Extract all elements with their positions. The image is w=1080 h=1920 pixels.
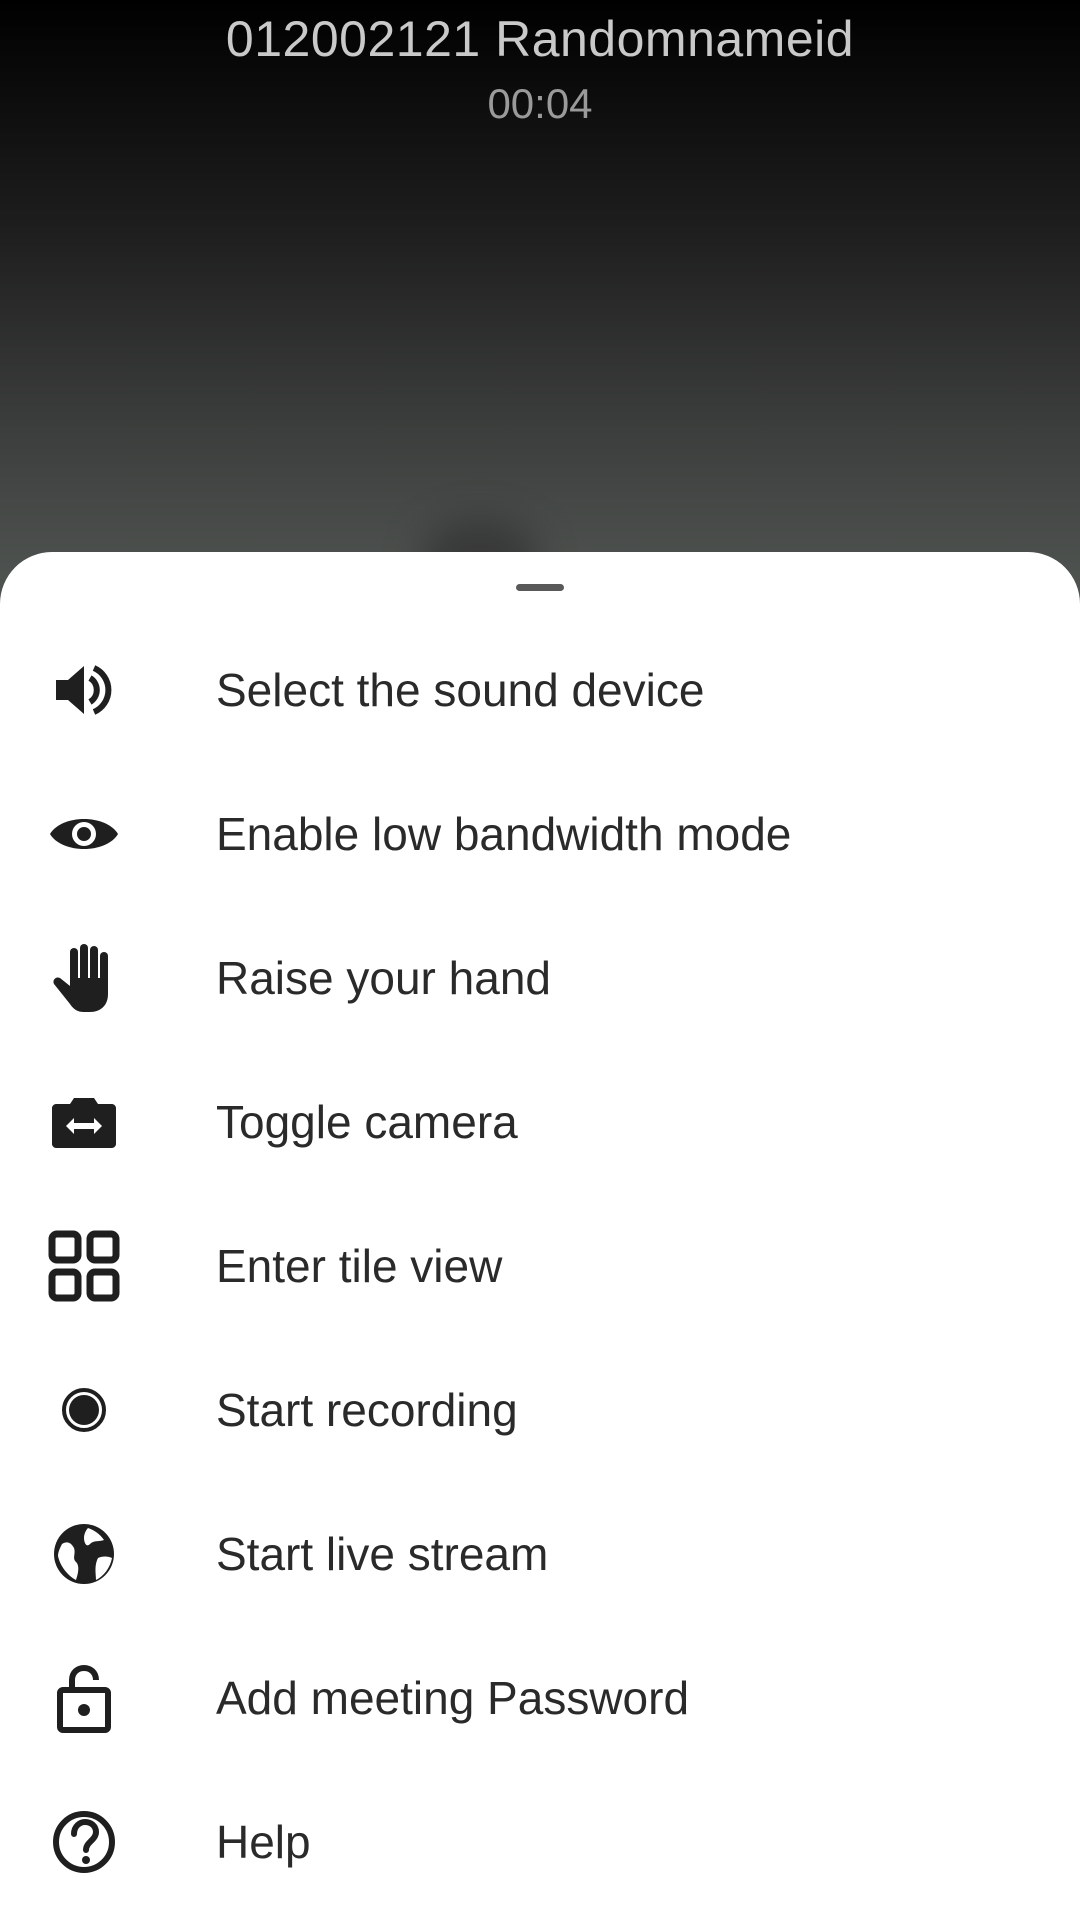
globe-icon (44, 1514, 124, 1594)
menu-item-live-stream[interactable]: Start live stream (0, 1482, 1080, 1626)
record-icon (44, 1370, 124, 1450)
hand-icon (44, 938, 124, 1018)
menu-item-label: Add meeting Password (216, 1672, 690, 1724)
tile-grid-icon (44, 1226, 124, 1306)
camera-switch-icon (44, 1082, 124, 1162)
menu-item-start-recording[interactable]: Start recording (0, 1338, 1080, 1482)
overflow-menu-sheet: Select the sound device Enable low bandw… (0, 552, 1080, 1920)
menu-item-help[interactable]: Help (0, 1770, 1080, 1914)
menu-item-sound-device[interactable]: Select the sound device (0, 618, 1080, 762)
menu-item-label: Toggle camera (216, 1096, 518, 1148)
menu-item-low-bandwidth[interactable]: Enable low bandwidth mode (0, 762, 1080, 906)
remote-video[interactable]: 012002121 Randomnameid 00:04 (0, 0, 1080, 600)
eye-icon (44, 794, 124, 874)
overflow-menu-list: Select the sound device Enable low bandw… (0, 618, 1080, 1914)
menu-item-label: Raise your hand (216, 952, 551, 1004)
menu-item-meeting-password[interactable]: Add meeting Password (0, 1626, 1080, 1770)
speaker-icon (44, 650, 124, 730)
menu-item-label: Start recording (216, 1384, 518, 1436)
menu-item-label: Enable low bandwidth mode (216, 808, 792, 860)
menu-item-raise-hand[interactable]: Raise your hand (0, 906, 1080, 1050)
help-icon (44, 1802, 124, 1882)
lock-icon (44, 1658, 124, 1738)
menu-item-label: Start live stream (216, 1528, 549, 1580)
meeting-title: 012002121 Randomnameid (225, 11, 855, 67)
menu-item-tile-view[interactable]: Enter tile view (0, 1194, 1080, 1338)
menu-item-toggle-camera[interactable]: Toggle camera (0, 1050, 1080, 1194)
sheet-drag-handle[interactable] (516, 584, 564, 591)
call-screen: 012002121 Randomnameid 00:04 Select the … (0, 0, 1080, 1920)
call-timer: 00:04 (487, 80, 593, 127)
menu-item-label: Help (216, 1816, 311, 1868)
menu-item-label: Select the sound device (216, 664, 705, 716)
menu-item-label: Enter tile view (216, 1240, 503, 1292)
